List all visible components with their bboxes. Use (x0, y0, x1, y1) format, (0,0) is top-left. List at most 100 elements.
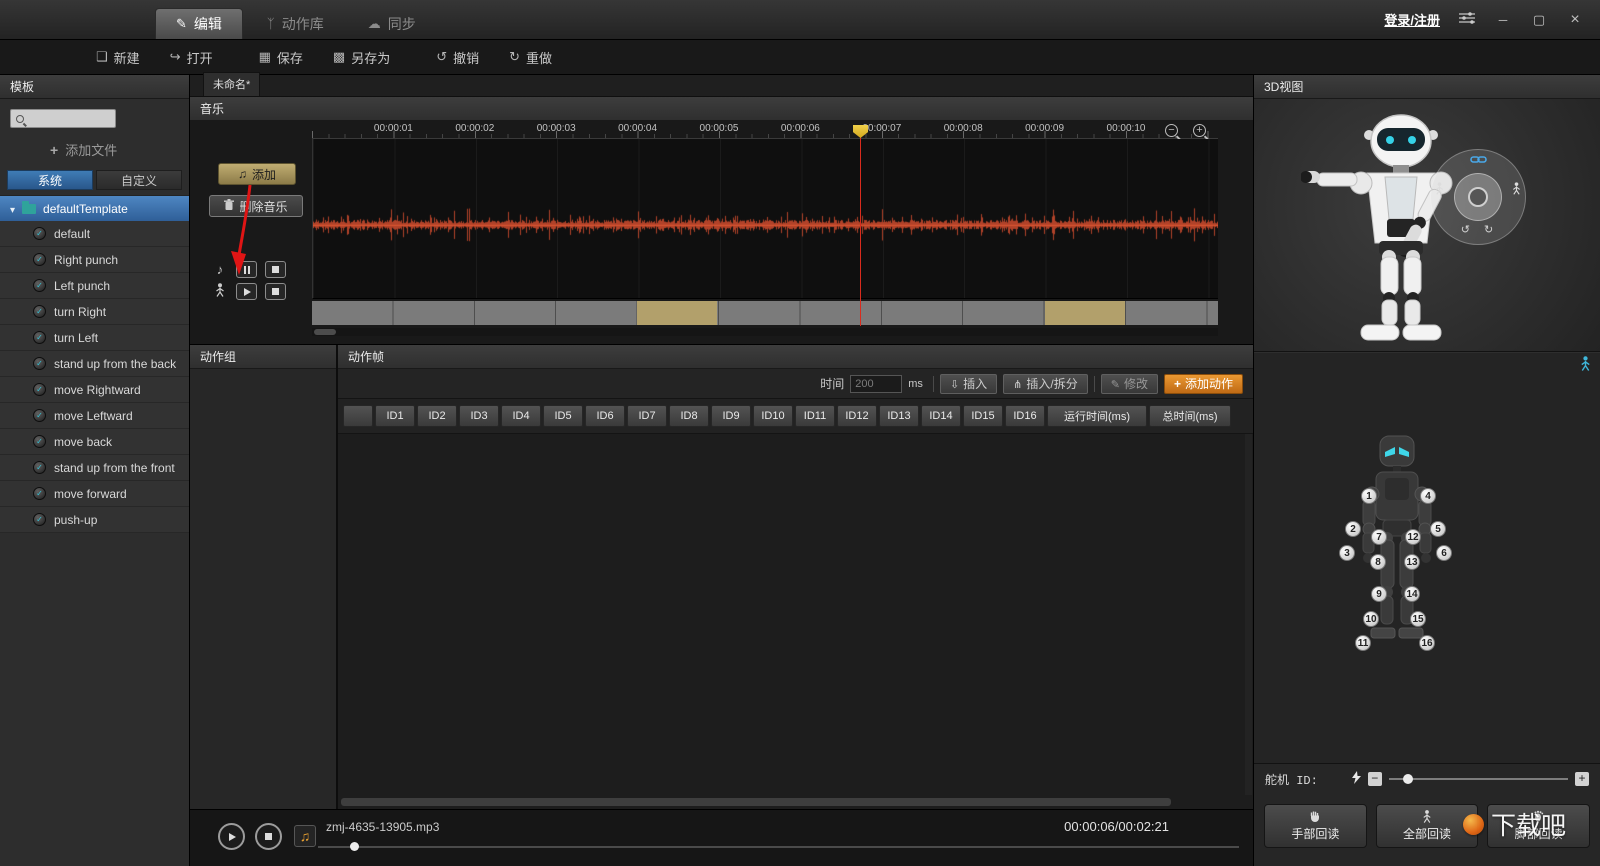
add-action-button[interactable]: 添加动作 (1163, 373, 1243, 394)
timeline-scrollbar-handle[interactable] (314, 329, 336, 335)
servo-badge-15[interactable]: 15 (1410, 611, 1426, 627)
add-music-button[interactable]: 添加 (218, 163, 296, 185)
servo-badge-10[interactable]: 10 (1363, 611, 1379, 627)
lightning-icon[interactable] (1351, 771, 1361, 787)
open-button[interactable]: ↪ 打开 (160, 44, 223, 71)
template-item[interactable]: ✓ push-up (0, 507, 189, 533)
action-frame-body[interactable] (338, 434, 1253, 809)
action-stop-button[interactable] (265, 283, 286, 300)
settings-icon[interactable] (1458, 11, 1476, 29)
servo-slider-knob[interactable] (1402, 774, 1413, 784)
servo-plus-button[interactable]: + (1575, 772, 1589, 786)
search-input[interactable] (28, 112, 110, 125)
add-file-button[interactable]: 添加文件 (0, 132, 189, 167)
column-header-id12[interactable]: ID12 (837, 405, 877, 427)
rotate-left-figure-icon[interactable] (1435, 182, 1444, 198)
template-item[interactable]: ✓ move back (0, 429, 189, 455)
highlighted-segment[interactable] (637, 301, 717, 325)
maximize-button[interactable] (1530, 11, 1548, 29)
segment-bar[interactable] (312, 301, 1218, 325)
highlighted-segment[interactable] (1045, 301, 1125, 325)
column-header-id10[interactable]: ID10 (753, 405, 793, 427)
action-group-body[interactable] (190, 369, 336, 809)
column-header-id16[interactable]: ID16 (1005, 405, 1045, 427)
rotation-control-wheel[interactable]: ↺↻ (1430, 149, 1526, 245)
template-item[interactable]: ✓ turn Left (0, 325, 189, 351)
template-item[interactable]: ✓ move forward (0, 481, 189, 507)
playback-slider-knob[interactable] (350, 842, 359, 851)
column-header-id3[interactable]: ID3 (459, 405, 499, 427)
servo-badge-9[interactable]: 9 (1371, 586, 1387, 602)
robot-3d-view[interactable]: ↺↻ (1254, 99, 1600, 352)
column-header-id6[interactable]: ID6 (585, 405, 625, 427)
column-header-id4[interactable]: ID4 (501, 405, 541, 427)
servo-badge-7[interactable]: 7 (1371, 529, 1387, 545)
template-item[interactable]: ✓ turn Right (0, 299, 189, 325)
zoom-in-icon[interactable] (1193, 124, 1206, 137)
template-item[interactable]: ✓ move Leftward (0, 403, 189, 429)
modify-button[interactable]: 修改 (1100, 373, 1158, 394)
close-button[interactable] (1566, 11, 1584, 29)
column-header-id1[interactable]: ID1 (375, 405, 415, 427)
column-header-id13[interactable]: ID13 (879, 405, 919, 427)
servo-badge-11[interactable]: 11 (1355, 635, 1371, 651)
tab-action-library[interactable]: ᛉ 动作库 (247, 8, 344, 39)
horizontal-scrollbar-handle[interactable] (341, 798, 1171, 806)
servo-badge-13[interactable]: 13 (1404, 554, 1420, 570)
insert-split-button[interactable]: 插入/拆分 (1003, 373, 1088, 394)
vertical-scrollbar[interactable] (1245, 434, 1252, 795)
column-header-id9[interactable]: ID9 (711, 405, 751, 427)
rotate-arrows-icon[interactable]: ↺↻ (1431, 223, 1525, 236)
waveform-canvas[interactable] (313, 139, 1218, 298)
servo-badge-3[interactable]: 3 (1339, 545, 1355, 561)
column-header-id7[interactable]: ID7 (627, 405, 667, 427)
servo-badge-16[interactable]: 16 (1419, 635, 1435, 651)
servo-badge-5[interactable]: 5 (1430, 521, 1446, 537)
servo-badge-1[interactable]: 1 (1361, 488, 1377, 504)
pose-reset-icon[interactable] (1580, 356, 1591, 374)
action-play-button[interactable] (236, 283, 257, 300)
undo-button[interactable]: ↺ 撤销 (426, 44, 489, 71)
servo-slider[interactable] (1388, 774, 1568, 784)
template-item[interactable]: ✓ default (0, 221, 189, 247)
new-button[interactable]: ❑ 新建 (86, 44, 150, 71)
servo-badge-4[interactable]: 4 (1420, 488, 1436, 504)
column-header-id2[interactable]: ID2 (417, 405, 457, 427)
timeline-ruler[interactable]: 00:00:01 00:00:02 00:00:03 00:00:04 00:00:05… (312, 121, 1218, 139)
tab-sync[interactable]: ☁ 同步 (348, 8, 436, 39)
tab-edit[interactable]: ✎ 编辑 (155, 8, 243, 39)
column-header-id15[interactable]: ID15 (963, 405, 1003, 427)
servo-badge-2[interactable]: 2 (1345, 521, 1361, 537)
column-header-id14[interactable]: ID14 (921, 405, 961, 427)
template-item[interactable]: ✓ Left punch (0, 273, 189, 299)
playback-stop-button[interactable] (255, 823, 282, 850)
column-header-id11[interactable]: ID11 (795, 405, 835, 427)
servo-badge-14[interactable]: 14 (1404, 586, 1420, 602)
minimize-button[interactable] (1494, 11, 1512, 29)
template-item[interactable]: ✓ stand up from the front (0, 455, 189, 481)
column-header-totaltime[interactable]: 总时间(ms) (1149, 405, 1231, 427)
sidebar-tab-custom[interactable]: 自定义 (96, 170, 182, 190)
document-tab-untitled[interactable]: 未命名* (203, 72, 261, 96)
time-input[interactable] (850, 374, 903, 393)
template-item[interactable]: ✓ Right punch (0, 247, 189, 273)
column-header-runtime[interactable]: 运行时间(ms) (1047, 405, 1147, 427)
login-register-link[interactable]: 登录/注册 (1384, 10, 1440, 29)
column-header-id5[interactable]: ID5 (543, 405, 583, 427)
servo-badge-6[interactable]: 6 (1436, 545, 1452, 561)
redo-button[interactable]: ↻ 重做 (499, 44, 562, 71)
zoom-out-icon[interactable] (1165, 124, 1178, 137)
rotate-right-figure-icon[interactable] (1512, 182, 1521, 198)
playback-play-button[interactable] (218, 823, 245, 850)
template-item[interactable]: ✓ stand up from the back (0, 351, 189, 377)
playback-slider[interactable] (318, 842, 1239, 852)
servo-badge-8[interactable]: 8 (1370, 554, 1386, 570)
tree-folder-default-template[interactable]: defaultTemplate (0, 196, 189, 221)
link-icon[interactable] (1470, 153, 1487, 167)
insert-button[interactable]: 插入 (939, 373, 998, 394)
servo-minus-button[interactable]: − (1367, 772, 1382, 786)
waveform-area[interactable] (312, 139, 1218, 299)
save-as-button[interactable]: ▩ 另存为 (323, 44, 400, 71)
search-box[interactable] (10, 109, 116, 128)
hand-readback-button[interactable]: 手部回读 (1264, 804, 1367, 848)
